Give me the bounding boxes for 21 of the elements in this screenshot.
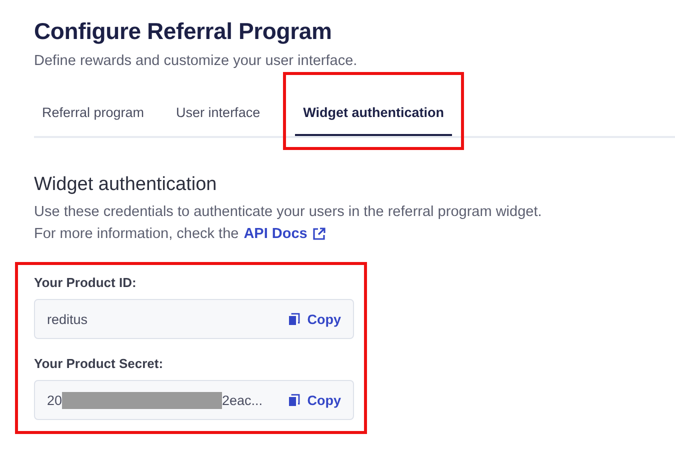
page-subtitle: Define rewards and customize your user interface. bbox=[34, 53, 358, 69]
field-label: Your Product ID: bbox=[34, 275, 138, 290]
tab[interactable]: Widget authentication bbox=[295, 91, 452, 136]
field-value: 2eac... bbox=[222, 392, 263, 408]
info-text: For more information, check the bbox=[34, 226, 239, 242]
copy-icon bbox=[289, 313, 300, 325]
copy-button[interactable]: Copy bbox=[289, 392, 341, 408]
tab[interactable]: Referral program bbox=[34, 91, 152, 136]
page-title: Configure Referral Program bbox=[34, 18, 333, 45]
section-description: Use these credentials to authenticate your users in the referral program widget. bbox=[34, 204, 543, 220]
api-docs-link[interactable]: API Docs bbox=[244, 226, 308, 242]
credential-field[interactable]: 20 2eac... Copy bbox=[34, 380, 354, 420]
field-value: 20 bbox=[47, 392, 62, 408]
field-label: Your Product Secret: bbox=[34, 356, 164, 371]
field-value: reditus bbox=[47, 312, 88, 326]
tab[interactable]: User interface bbox=[168, 91, 268, 136]
copy-icon bbox=[289, 394, 300, 406]
external-link-icon bbox=[312, 227, 326, 241]
credential-field[interactable]: reditus Copy bbox=[34, 299, 354, 339]
copy-button[interactable]: Copy bbox=[289, 312, 341, 326]
section-title: Widget authentication bbox=[34, 174, 218, 196]
